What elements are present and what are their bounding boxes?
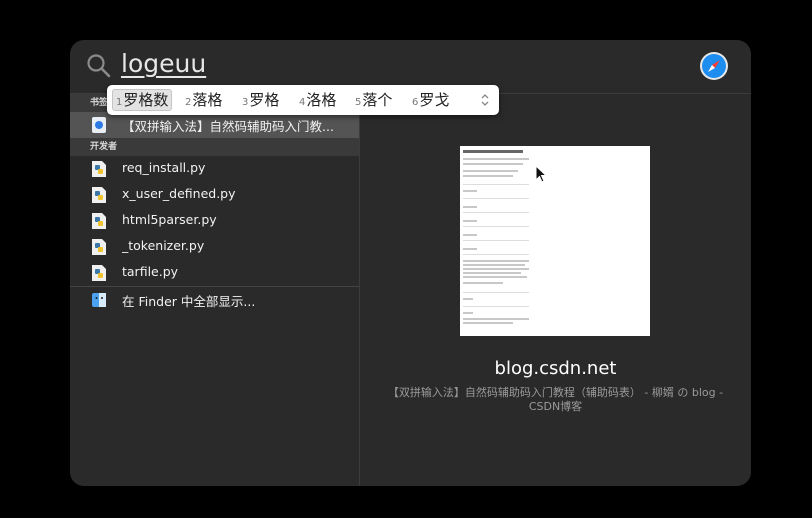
preview-host: blog.csdn.net <box>494 358 617 379</box>
ime-candidate-text: 罗格数 <box>123 91 169 109</box>
ime-candidate-number: 2 <box>185 97 192 108</box>
preview-text-line <box>463 248 477 250</box>
preview-separator <box>463 292 529 293</box>
preview-text-line <box>463 260 529 262</box>
result-label: _tokenizer.py <box>122 238 205 253</box>
preview-separator <box>463 306 529 307</box>
ime-candidate[interactable]: 5落个 <box>355 90 392 110</box>
preview-separator <box>463 254 529 255</box>
preview-separator <box>463 212 529 213</box>
section-header-developer: 开发者 <box>70 138 359 156</box>
ime-candidate-text: 洛格 <box>306 91 337 109</box>
preview-text-line <box>463 282 503 284</box>
ime-candidate[interactable]: 2落格 <box>185 90 222 110</box>
finder-icon <box>92 293 106 307</box>
safari-icon[interactable] <box>699 51 729 81</box>
show-all-in-finder[interactable]: 在 Finder 中全部显示... <box>70 287 359 313</box>
preview-text-line <box>463 150 523 153</box>
ime-candidate[interactable]: 1罗格数 <box>112 89 173 111</box>
page-preview-thumbnail[interactable] <box>460 146 650 336</box>
result-label: tarfile.py <box>122 264 179 279</box>
ime-candidate-text: 罗格 <box>249 91 280 109</box>
result-row-file[interactable]: x_user_defined.py <box>70 182 359 208</box>
preview-text-line <box>463 298 473 300</box>
result-row-bookmark[interactable]: 【双拼输入法】自然码辅助码入门教... <box>70 112 359 138</box>
ime-candidate-number: 1 <box>116 97 123 108</box>
preview-separator <box>463 226 529 227</box>
preview-text-line <box>463 318 529 320</box>
ime-candidate[interactable]: 3罗格 <box>242 90 279 110</box>
ime-candidate-text: 罗戈 <box>419 91 450 109</box>
chevron-up-down-icon[interactable] <box>479 91 491 109</box>
search-input[interactable]: logeuu <box>121 49 206 78</box>
result-row-file[interactable]: _tokenizer.py <box>70 234 359 260</box>
result-label: x_user_defined.py <box>122 186 236 201</box>
preview-text-line <box>463 170 518 172</box>
result-label: 【双拼输入法】自然码辅助码入门教... <box>122 119 334 134</box>
ime-candidate-number: 3 <box>242 97 249 108</box>
preview-text-line <box>463 276 527 278</box>
python-file-icon <box>92 161 106 177</box>
preview-text-line <box>463 206 477 208</box>
preview-text-line <box>463 268 529 270</box>
ime-candidate[interactable]: 4洛格 <box>299 90 336 110</box>
preview-text-line <box>463 312 473 314</box>
preview-title-line: CSDN博客 <box>528 400 583 413</box>
python-file-icon <box>92 239 106 255</box>
preview-text-line <box>463 163 523 165</box>
ime-candidate-number: 4 <box>299 97 306 108</box>
ime-candidate-number: 5 <box>355 97 362 108</box>
preview-separator <box>463 240 529 241</box>
ime-candidate-text: 落格 <box>192 91 223 109</box>
preview-description: 【双拼输入法】自然码辅助码入门教程（辅助码表） - 柳婿 の blog - CS… <box>380 386 731 414</box>
preview-pane: blog.csdn.net 【双拼输入法】自然码辅助码入门教程（辅助码表） - … <box>360 94 751 486</box>
preview-text-line <box>463 322 513 324</box>
python-file-icon <box>92 213 106 229</box>
results-list: 书签 【双拼输入法】自然码辅助码入门教... 开发者 req_install.p… <box>70 94 360 486</box>
ime-candidate-number: 6 <box>412 97 419 108</box>
preview-text-line <box>463 234 477 236</box>
result-label: req_install.py <box>122 160 206 175</box>
mouse-cursor-icon <box>535 165 547 183</box>
result-row-file[interactable]: tarfile.py <box>70 260 359 286</box>
ime-candidate-text: 落个 <box>362 91 393 109</box>
preview-text-line <box>463 220 477 222</box>
python-file-icon <box>92 187 106 203</box>
result-label: html5parser.py <box>122 212 217 227</box>
preview-separator <box>463 184 529 185</box>
result-row-file[interactable]: req_install.py <box>70 156 359 182</box>
result-label: 在 Finder 中全部显示... <box>122 294 256 309</box>
python-file-icon <box>92 265 106 281</box>
preview-text-line <box>463 264 525 266</box>
ime-candidate[interactable]: 6罗戈 <box>412 90 449 110</box>
result-row-file[interactable]: html5parser.py <box>70 208 359 234</box>
preview-text-line <box>463 272 521 274</box>
preview-title-line: 【双拼输入法】自然码辅助码入门教程（辅助码表） - 柳婿 の blog - <box>387 386 724 399</box>
preview-text-line <box>463 190 477 192</box>
bookmark-icon <box>92 117 106 133</box>
preview-text-line <box>463 158 529 160</box>
preview-separator <box>463 198 529 199</box>
ime-candidate-bar: 1罗格数 2落格 3罗格 4洛格 5落个 6罗戈 <box>107 85 499 115</box>
preview-text-line <box>463 175 513 177</box>
search-icon <box>87 54 111 78</box>
